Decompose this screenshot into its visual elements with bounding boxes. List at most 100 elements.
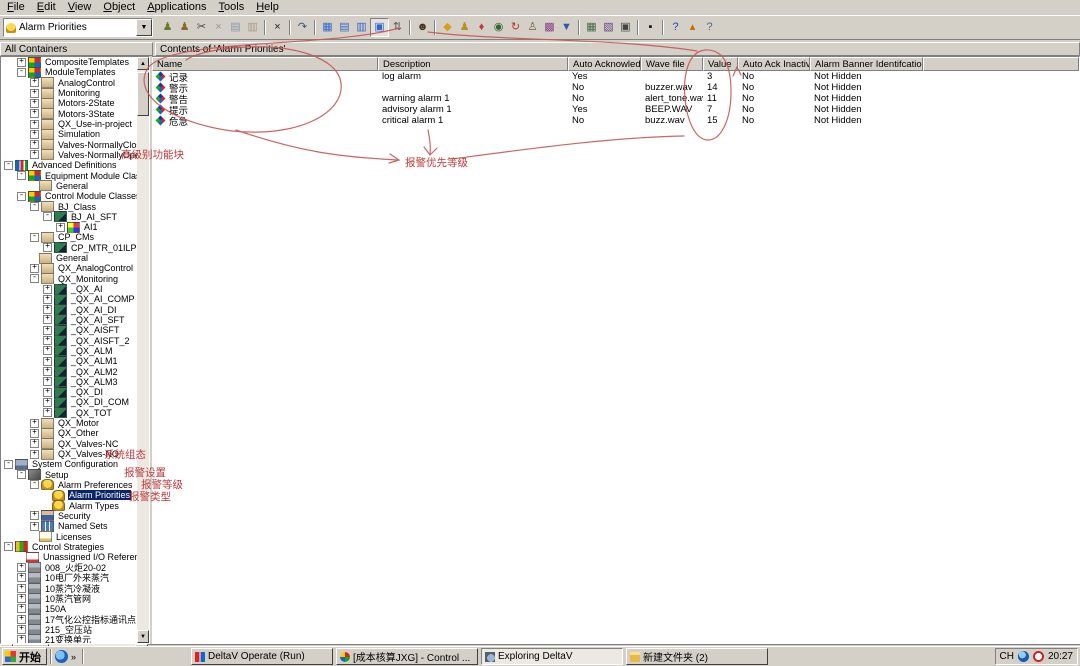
download-icon[interactable]: ▼ [558, 19, 575, 36]
menu-applications[interactable]: Applications [142, 1, 213, 14]
menu-file[interactable]: File [2, 1, 32, 14]
tree-item[interactable]: -BJ_AI_SFT [1, 212, 137, 222]
tree-item[interactable]: +QX_Use-in-project [1, 119, 137, 129]
menu-tools[interactable]: Tools [214, 1, 252, 14]
view-details-icon[interactable]: ▣ [370, 18, 389, 37]
expand-icon[interactable]: + [30, 429, 39, 438]
tree-item[interactable]: +QX_Valves-NC [1, 439, 137, 449]
tree-item[interactable]: -Setup [1, 470, 137, 480]
tree-item[interactable]: -BJ_Class [1, 201, 137, 211]
tree-item[interactable]: +_QX_AI_SFT [1, 315, 137, 325]
tree-item[interactable]: +CP_MTR_01ILP [1, 243, 137, 253]
menu-object[interactable]: Object [98, 1, 142, 14]
expand-icon[interactable]: + [30, 109, 39, 118]
expand-icon[interactable]: + [30, 140, 39, 149]
swap-icon[interactable]: ↷ [294, 19, 311, 36]
expand-icon[interactable]: + [43, 388, 52, 397]
expand-icon[interactable]: + [43, 285, 52, 294]
tree-item[interactable]: -Advanced Definitions [1, 160, 137, 170]
help-icon[interactable]: ? [667, 19, 684, 36]
module-grid-icon[interactable]: ▩ [541, 19, 558, 36]
alarm-suppress-icon[interactable]: ♟ [456, 19, 473, 36]
tree-item[interactable]: +_QX_DI [1, 387, 137, 397]
tree-item[interactable]: General [1, 181, 137, 191]
container-selector-combobox[interactable]: Alarm Priorities ▼ [3, 18, 153, 37]
expand-icon[interactable]: + [43, 305, 52, 314]
tree-item[interactable]: +Simulation [1, 129, 137, 139]
column-header-wave-file[interactable]: Wave file [641, 57, 703, 71]
tree-vertical-scrollbar[interactable]: ▲ ▼ [137, 57, 149, 643]
column-header-alarm-banner-identifcation[interactable]: Alarm Banner Identifcation [810, 57, 923, 71]
chart-icon[interactable]: ▴ [684, 19, 701, 36]
tree-item[interactable]: Alarm Priorities [1, 490, 137, 500]
expand-icon[interactable]: + [30, 150, 39, 159]
monitor-icon[interactable]: ▣ [617, 19, 634, 36]
cut-icon[interactable]: ✂ [193, 19, 210, 36]
taskbar-task-deltav-operate[interactable]: DeltaV Operate (Run) [191, 648, 333, 665]
expand-icon[interactable]: + [30, 439, 39, 448]
tray-clock-icon[interactable] [1033, 651, 1044, 662]
tree-item[interactable]: -System Configuration [1, 459, 137, 469]
collapse-icon[interactable]: - [4, 460, 13, 469]
alarm-bell-icon[interactable]: ◆ [439, 19, 456, 36]
tree-item[interactable]: +_QX_ALM [1, 346, 137, 356]
expand-icon[interactable]: + [17, 635, 26, 643]
expand-icon[interactable]: + [17, 594, 26, 603]
column-header-auto-ack-inactive[interactable]: Auto Ack Inactive [738, 57, 810, 71]
expand-icon[interactable]: + [30, 419, 39, 428]
tree-item[interactable]: +Motors-2State [1, 98, 137, 108]
expand-icon[interactable]: + [43, 377, 52, 386]
tree-item[interactable]: +Security [1, 511, 137, 521]
tree-item[interactable]: -Control Module Classes [1, 191, 137, 201]
expand-icon[interactable]: + [43, 398, 52, 407]
expand-icon[interactable]: + [30, 120, 39, 129]
tree-item[interactable]: +_QX_AISFT_2 [1, 335, 137, 345]
assign-user-icon[interactable]: ♟ [159, 19, 176, 36]
taskbar-task-explorer[interactable]: Exploring DeltaV [481, 648, 623, 665]
tree-item[interactable]: Licenses [1, 531, 137, 541]
tree-item[interactable]: -ModuleTemplates [1, 67, 137, 77]
tree-item[interactable]: +AI1 [1, 222, 137, 232]
expand-icon[interactable]: + [17, 573, 26, 582]
expand-icon[interactable]: + [17, 625, 26, 634]
expand-icon[interactable]: + [43, 315, 52, 324]
expand-icon[interactable]: + [43, 346, 52, 355]
column-header-description[interactable]: Description [378, 57, 568, 71]
sort-icon[interactable]: ⇅ [389, 19, 406, 36]
paste-icon[interactable]: ▥ [244, 19, 261, 36]
assign-user-alt-icon[interactable]: ♟ [176, 19, 193, 36]
expand-icon[interactable]: + [17, 563, 26, 572]
collapse-icon[interactable]: - [30, 274, 39, 283]
tray-network-icon[interactable] [1018, 651, 1029, 662]
scroll-up-icon[interactable]: ▲ [137, 57, 149, 70]
copy-icon[interactable]: ▤ [227, 19, 244, 36]
expand-icon[interactable]: + [56, 223, 65, 232]
start-button[interactable]: 开始 [2, 648, 47, 665]
column-header-value[interactable]: Value [703, 57, 738, 71]
view-large-icons-icon[interactable]: ▦ [319, 19, 336, 36]
internet-explorer-icon[interactable] [55, 650, 68, 663]
tree-item[interactable]: +21变换单元 [1, 635, 137, 644]
taskbar-task-control-studio[interactable]: [成本核算JXG] - Control ... [336, 648, 478, 665]
expand-icon[interactable]: + [17, 615, 26, 624]
expand-icon[interactable]: + [30, 99, 39, 108]
expand-icon[interactable]: + [43, 336, 52, 345]
expand-icon[interactable]: + [30, 522, 39, 531]
tree-item[interactable]: +Motors-3State [1, 109, 137, 119]
operator-icon[interactable]: ♙ [524, 19, 541, 36]
tree-item[interactable]: +_QX_ALM2 [1, 366, 137, 376]
collapse-icon[interactable]: - [30, 233, 39, 242]
menu-edit[interactable]: Edit [32, 1, 63, 14]
camera-icon[interactable]: ◉ [490, 19, 507, 36]
collapse-icon[interactable]: - [4, 161, 13, 170]
tree-item[interactable]: -Equipment Module Clas: [1, 170, 137, 180]
tree-item[interactable]: +AnalogControl [1, 78, 137, 88]
menu-view[interactable]: View [63, 1, 99, 14]
expand-icon[interactable]: + [43, 326, 52, 335]
menu-help[interactable]: Help [251, 1, 286, 14]
collapse-icon[interactable]: - [17, 192, 26, 201]
column-header-auto-acknowledge[interactable]: Auto Acknowledge [568, 57, 641, 71]
collapse-icon[interactable]: - [4, 542, 13, 551]
expand-icon[interactable]: + [30, 130, 39, 139]
tree-item[interactable]: Alarm Types [1, 500, 137, 510]
